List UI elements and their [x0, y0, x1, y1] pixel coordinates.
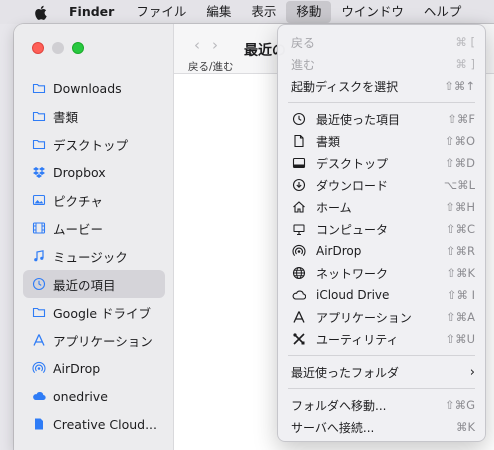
sidebar-item-music[interactable]: ミュージック: [23, 242, 165, 270]
sidebar-item-airdrop[interactable]: AirDrop: [23, 354, 165, 382]
menu-view[interactable]: 表示: [241, 0, 286, 24]
apps-icon: [291, 309, 307, 325]
menu-item-downloads[interactable]: ダウンロード ⌥⌘L: [278, 174, 485, 196]
tools-icon: [291, 331, 307, 347]
menu-item-startup-disk[interactable]: 起動ディスクを選択 ⇧⌘↑: [278, 75, 485, 97]
window-controls: [32, 42, 84, 54]
apps-icon: [32, 333, 46, 347]
menu-item-utilities[interactable]: ユーティリティ ⇧⌘U: [278, 328, 485, 350]
document-icon: [32, 417, 46, 431]
menu-file[interactable]: ファイル: [126, 0, 196, 24]
menu-window[interactable]: ウインドウ: [331, 0, 414, 24]
nav-buttons: ‹ ›: [194, 36, 218, 54]
menu-item-home[interactable]: ホーム ⇧⌘H: [278, 196, 485, 218]
sidebar-item-pictures[interactable]: ピクチャ: [23, 186, 165, 214]
film-icon: [32, 221, 46, 235]
sidebar-item-recents[interactable]: 最近の項目: [23, 270, 165, 298]
clock-icon: [291, 111, 307, 127]
clock-icon: [32, 277, 46, 291]
back-arrow-icon[interactable]: ‹: [194, 36, 200, 54]
photo-icon: [32, 193, 46, 207]
sidebar-item-downloads[interactable]: Downloads: [23, 74, 165, 102]
menu-item-icloud-drive[interactable]: iCloud Drive ⇧⌘ I: [278, 284, 485, 306]
menu-item-recents[interactable]: 最近使った項目 ⇧⌘F: [278, 108, 485, 130]
download-icon: [291, 177, 307, 193]
sidebar-item-label: AirDrop: [53, 360, 101, 376]
minimize-button[interactable]: [52, 42, 64, 54]
menu-edit[interactable]: 編集: [196, 0, 241, 24]
menu-separator: [288, 388, 475, 389]
nav-label: 戻る/進む: [188, 61, 234, 73]
document-icon: [291, 133, 307, 149]
sidebar-item-label: ピクチャ: [53, 193, 103, 209]
menu-help[interactable]: ヘルプ: [414, 0, 472, 24]
menu-item-recent-folders[interactable]: 最近使ったフォルダ ›: [278, 361, 485, 383]
sidebar-item-label: Dropbox: [53, 164, 106, 180]
globe-icon: [291, 265, 307, 281]
sidebar-item-label: アプリケーション: [53, 333, 153, 349]
sidebar-item-label: デスクトップ: [53, 137, 129, 153]
folder-icon: [32, 305, 46, 319]
chevron-right-icon: ›: [469, 364, 475, 380]
sidebar: Downloads 書類 デスクトップ Dropbox ピクチャ ムービー ミュ…: [14, 24, 174, 450]
dropbox-icon: [32, 165, 46, 179]
cloud-icon: [32, 389, 46, 403]
sidebar-item-label: ムービー: [53, 221, 104, 237]
close-button[interactable]: [32, 42, 44, 54]
sidebar-item-dropbox[interactable]: Dropbox: [23, 158, 165, 186]
cloud-icon: [291, 287, 307, 303]
sidebar-item-label: Google ドライブ: [53, 305, 152, 321]
menu-bar: Finder ファイル 編集 表示 移動 ウインドウ ヘルプ: [0, 0, 494, 24]
sidebar-item-label: ミュージック: [53, 249, 128, 265]
apple-icon: [35, 5, 47, 20]
menu-item-airdrop[interactable]: AirDrop ⇧⌘R: [278, 240, 485, 262]
sidebar-item-label: 書類: [53, 109, 79, 125]
zoom-button[interactable]: [72, 42, 84, 54]
menu-item-documents[interactable]: 書類 ⇧⌘O: [278, 130, 485, 152]
menu-item-connect-server[interactable]: サーバへ接続... ⌘K: [278, 416, 485, 438]
sidebar-item-label: 最近の項目: [53, 277, 116, 293]
forward-arrow-icon[interactable]: ›: [212, 36, 218, 54]
sidebar-item-creative-cloud[interactable]: Creative Cloud...: [23, 410, 165, 438]
menu-go[interactable]: 移動: [286, 1, 332, 23]
menu-item-network[interactable]: ネットワーク ⇧⌘K: [278, 262, 485, 284]
sidebar-item-applications[interactable]: アプリケーション: [23, 326, 165, 354]
menu-item-forward[interactable]: 進む ⌘ ]: [278, 53, 485, 75]
folder-icon: [32, 81, 46, 95]
menu-item-goto-folder[interactable]: フォルダへ移動... ⇧⌘G: [278, 394, 485, 416]
music-icon: [32, 249, 46, 263]
desktop-icon: [291, 155, 307, 171]
go-menu: 戻る ⌘ [ 進む ⌘ ] 起動ディスクを選択 ⇧⌘↑ 最近使った項目 ⇧⌘F …: [277, 24, 486, 442]
folder-icon: [32, 137, 46, 151]
sidebar-item-movies[interactable]: ムービー: [23, 214, 165, 242]
sidebar-item-label: Creative Cloud...: [53, 416, 158, 432]
folder-icon: [32, 109, 46, 123]
sidebar-item-label: Downloads: [53, 80, 122, 96]
menu-item-back[interactable]: 戻る ⌘ [: [278, 31, 485, 53]
menu-item-applications[interactable]: アプリケーション ⇧⌘A: [278, 306, 485, 328]
sidebar-list: Downloads 書類 デスクトップ Dropbox ピクチャ ムービー ミュ…: [23, 74, 165, 438]
sidebar-item-documents[interactable]: 書類: [23, 102, 165, 130]
apple-menu[interactable]: [0, 0, 55, 24]
menu-separator: [288, 102, 475, 103]
sidebar-item-google-drive[interactable]: Google ドライブ: [23, 298, 165, 326]
sidebar-item-desktop[interactable]: デスクトップ: [23, 130, 165, 158]
menu-item-desktop[interactable]: デスクトップ ⇧⌘D: [278, 152, 485, 174]
menu-app-finder[interactable]: Finder: [55, 0, 126, 24]
home-icon: [291, 199, 307, 215]
menu-item-computer[interactable]: コンピュータ ⇧⌘C: [278, 218, 485, 240]
airdrop-icon: [32, 361, 46, 375]
menu-separator: [288, 355, 475, 356]
sidebar-item-label: onedrive: [53, 388, 108, 404]
computer-icon: [291, 221, 307, 237]
airdrop-icon: [291, 243, 307, 259]
sidebar-item-onedrive[interactable]: onedrive: [23, 382, 165, 410]
